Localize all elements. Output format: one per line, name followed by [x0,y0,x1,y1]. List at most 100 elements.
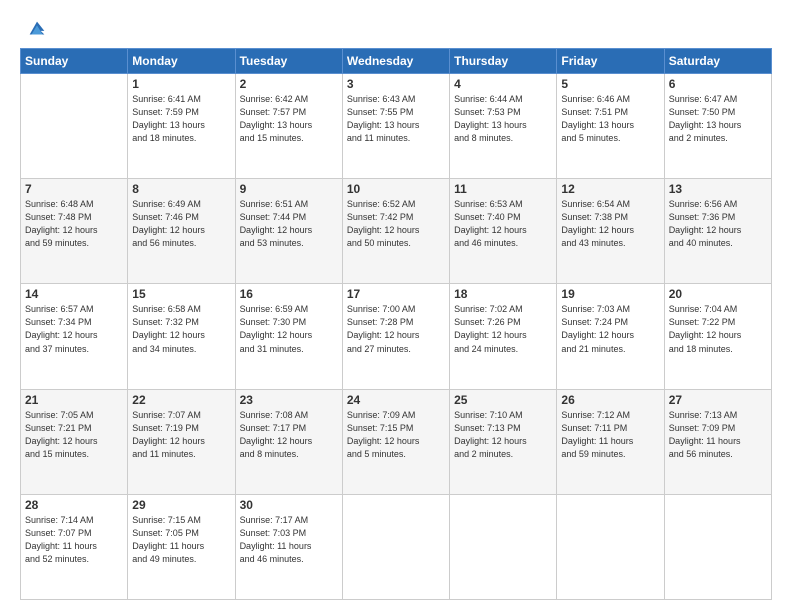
day-cell: 14 Sunrise: 6:57 AM Sunset: 7:34 PM Dayli… [21,284,128,389]
day-cell: 15 Sunrise: 6:58 AM Sunset: 7:32 PM Dayli… [128,284,235,389]
day-info: Sunrise: 7:05 AM Sunset: 7:21 PM Dayligh… [25,409,123,461]
day-number: 23 [240,393,338,407]
day-cell: 17 Sunrise: 7:00 AM Sunset: 7:28 PM Dayli… [342,284,449,389]
day-number: 8 [132,182,230,196]
day-info: Sunrise: 7:14 AM Sunset: 7:07 PM Dayligh… [25,514,123,566]
day-cell: 9Sunrise: 6:51 AM Sunset: 7:44 PM Daylig… [235,179,342,284]
day-number: 5 [561,77,659,91]
day-cell: 11 Sunrise: 6:53 AM Sunset: 7:40 PM Dayli… [450,179,557,284]
day-cell [557,494,664,599]
day-number: 27 [669,393,767,407]
day-info: Sunrise: 6:57 AM Sunset: 7:34 PM Dayligh… [25,303,123,355]
day-cell: 27 Sunrise: 7:13 AM Sunset: 7:09 PM Dayli… [664,389,771,494]
weekday-saturday: Saturday [664,49,771,74]
day-number: 30 [240,498,338,512]
day-info: Sunrise: 7:15 AM Sunset: 7:05 PM Dayligh… [132,514,230,566]
day-info: Sunrise: 7:07 AM Sunset: 7:19 PM Dayligh… [132,409,230,461]
week-row-3: 14 Sunrise: 6:57 AM Sunset: 7:34 PM Dayli… [21,284,772,389]
day-cell: 23 Sunrise: 7:08 AM Sunset: 7:17 PM Dayli… [235,389,342,494]
day-number: 24 [347,393,445,407]
day-number: 28 [25,498,123,512]
page: SundayMondayTuesdayWednesdayThursdayFrid… [0,0,792,612]
weekday-thursday: Thursday [450,49,557,74]
week-row-5: 28 Sunrise: 7:14 AM Sunset: 7:07 PM Dayli… [21,494,772,599]
day-cell: 26Sunrise: 7:12 AM Sunset: 7:11 PM Dayli… [557,389,664,494]
day-cell: 10Sunrise: 6:52 AM Sunset: 7:42 PM Dayli… [342,179,449,284]
day-cell: 30 Sunrise: 7:17 AM Sunset: 7:03 PM Dayli… [235,494,342,599]
day-info: Sunrise: 7:10 AM Sunset: 7:13 PM Dayligh… [454,409,552,461]
day-info: Sunrise: 6:53 AM Sunset: 7:40 PM Dayligh… [454,198,552,250]
day-number: 25 [454,393,552,407]
day-number: 14 [25,287,123,301]
day-number: 22 [132,393,230,407]
day-info: Sunrise: 7:09 AM Sunset: 7:15 PM Dayligh… [347,409,445,461]
day-cell: 22 Sunrise: 7:07 AM Sunset: 7:19 PM Dayli… [128,389,235,494]
day-number: 1 [132,77,230,91]
day-cell: 7Sunrise: 6:48 AM Sunset: 7:48 PM Daylig… [21,179,128,284]
day-number: 21 [25,393,123,407]
day-info: Sunrise: 6:47 AM Sunset: 7:50 PM Dayligh… [669,93,767,145]
day-cell: 8 Sunrise: 6:49 AM Sunset: 7:46 PM Daylig… [128,179,235,284]
day-number: 18 [454,287,552,301]
header [20,18,772,40]
week-row-1: 1 Sunrise: 6:41 AM Sunset: 7:59 PM Daylig… [21,74,772,179]
day-cell: 5 Sunrise: 6:46 AM Sunset: 7:51 PM Daylig… [557,74,664,179]
day-info: Sunrise: 6:42 AM Sunset: 7:57 PM Dayligh… [240,93,338,145]
weekday-monday: Monday [128,49,235,74]
day-info: Sunrise: 7:13 AM Sunset: 7:09 PM Dayligh… [669,409,767,461]
day-info: Sunrise: 7:08 AM Sunset: 7:17 PM Dayligh… [240,409,338,461]
calendar: SundayMondayTuesdayWednesdayThursdayFrid… [20,48,772,600]
day-cell: 18 Sunrise: 7:02 AM Sunset: 7:26 PM Dayli… [450,284,557,389]
day-info: Sunrise: 6:56 AM Sunset: 7:36 PM Dayligh… [669,198,767,250]
day-info: Sunrise: 6:41 AM Sunset: 7:59 PM Dayligh… [132,93,230,145]
day-number: 19 [561,287,659,301]
day-cell: 24 Sunrise: 7:09 AM Sunset: 7:15 PM Dayli… [342,389,449,494]
day-cell [342,494,449,599]
day-number: 7 [25,182,123,196]
day-number: 12 [561,182,659,196]
logo [20,18,48,40]
day-cell [664,494,771,599]
weekday-wednesday: Wednesday [342,49,449,74]
day-cell [21,74,128,179]
day-number: 2 [240,77,338,91]
day-number: 3 [347,77,445,91]
week-row-2: 7Sunrise: 6:48 AM Sunset: 7:48 PM Daylig… [21,179,772,284]
day-info: Sunrise: 6:58 AM Sunset: 7:32 PM Dayligh… [132,303,230,355]
day-info: Sunrise: 6:43 AM Sunset: 7:55 PM Dayligh… [347,93,445,145]
day-cell: 28 Sunrise: 7:14 AM Sunset: 7:07 PM Dayli… [21,494,128,599]
day-cell: 1 Sunrise: 6:41 AM Sunset: 7:59 PM Daylig… [128,74,235,179]
day-cell: 2 Sunrise: 6:42 AM Sunset: 7:57 PM Daylig… [235,74,342,179]
day-info: Sunrise: 7:03 AM Sunset: 7:24 PM Dayligh… [561,303,659,355]
day-number: 6 [669,77,767,91]
day-info: Sunrise: 6:51 AM Sunset: 7:44 PM Dayligh… [240,198,338,250]
day-cell: 21 Sunrise: 7:05 AM Sunset: 7:21 PM Dayli… [21,389,128,494]
day-number: 20 [669,287,767,301]
day-info: Sunrise: 7:02 AM Sunset: 7:26 PM Dayligh… [454,303,552,355]
day-number: 13 [669,182,767,196]
day-info: Sunrise: 7:12 AM Sunset: 7:11 PM Dayligh… [561,409,659,461]
day-info: Sunrise: 6:59 AM Sunset: 7:30 PM Dayligh… [240,303,338,355]
weekday-header-row: SundayMondayTuesdayWednesdayThursdayFrid… [21,49,772,74]
day-cell: 6 Sunrise: 6:47 AM Sunset: 7:50 PM Daylig… [664,74,771,179]
day-info: Sunrise: 6:52 AM Sunset: 7:42 PM Dayligh… [347,198,445,250]
day-info: Sunrise: 6:49 AM Sunset: 7:46 PM Dayligh… [132,198,230,250]
day-number: 15 [132,287,230,301]
weekday-sunday: Sunday [21,49,128,74]
day-cell: 25 Sunrise: 7:10 AM Sunset: 7:13 PM Dayli… [450,389,557,494]
day-info: Sunrise: 7:00 AM Sunset: 7:28 PM Dayligh… [347,303,445,355]
day-number: 17 [347,287,445,301]
day-info: Sunrise: 7:17 AM Sunset: 7:03 PM Dayligh… [240,514,338,566]
day-number: 29 [132,498,230,512]
logo-icon [26,18,48,40]
day-number: 4 [454,77,552,91]
day-info: Sunrise: 6:54 AM Sunset: 7:38 PM Dayligh… [561,198,659,250]
day-cell: 13 Sunrise: 6:56 AM Sunset: 7:36 PM Dayli… [664,179,771,284]
day-info: Sunrise: 7:04 AM Sunset: 7:22 PM Dayligh… [669,303,767,355]
day-cell: 4Sunrise: 6:44 AM Sunset: 7:53 PM Daylig… [450,74,557,179]
day-number: 11 [454,182,552,196]
day-info: Sunrise: 6:46 AM Sunset: 7:51 PM Dayligh… [561,93,659,145]
week-row-4: 21 Sunrise: 7:05 AM Sunset: 7:21 PM Dayli… [21,389,772,494]
day-cell [450,494,557,599]
day-cell: 20 Sunrise: 7:04 AM Sunset: 7:22 PM Dayli… [664,284,771,389]
